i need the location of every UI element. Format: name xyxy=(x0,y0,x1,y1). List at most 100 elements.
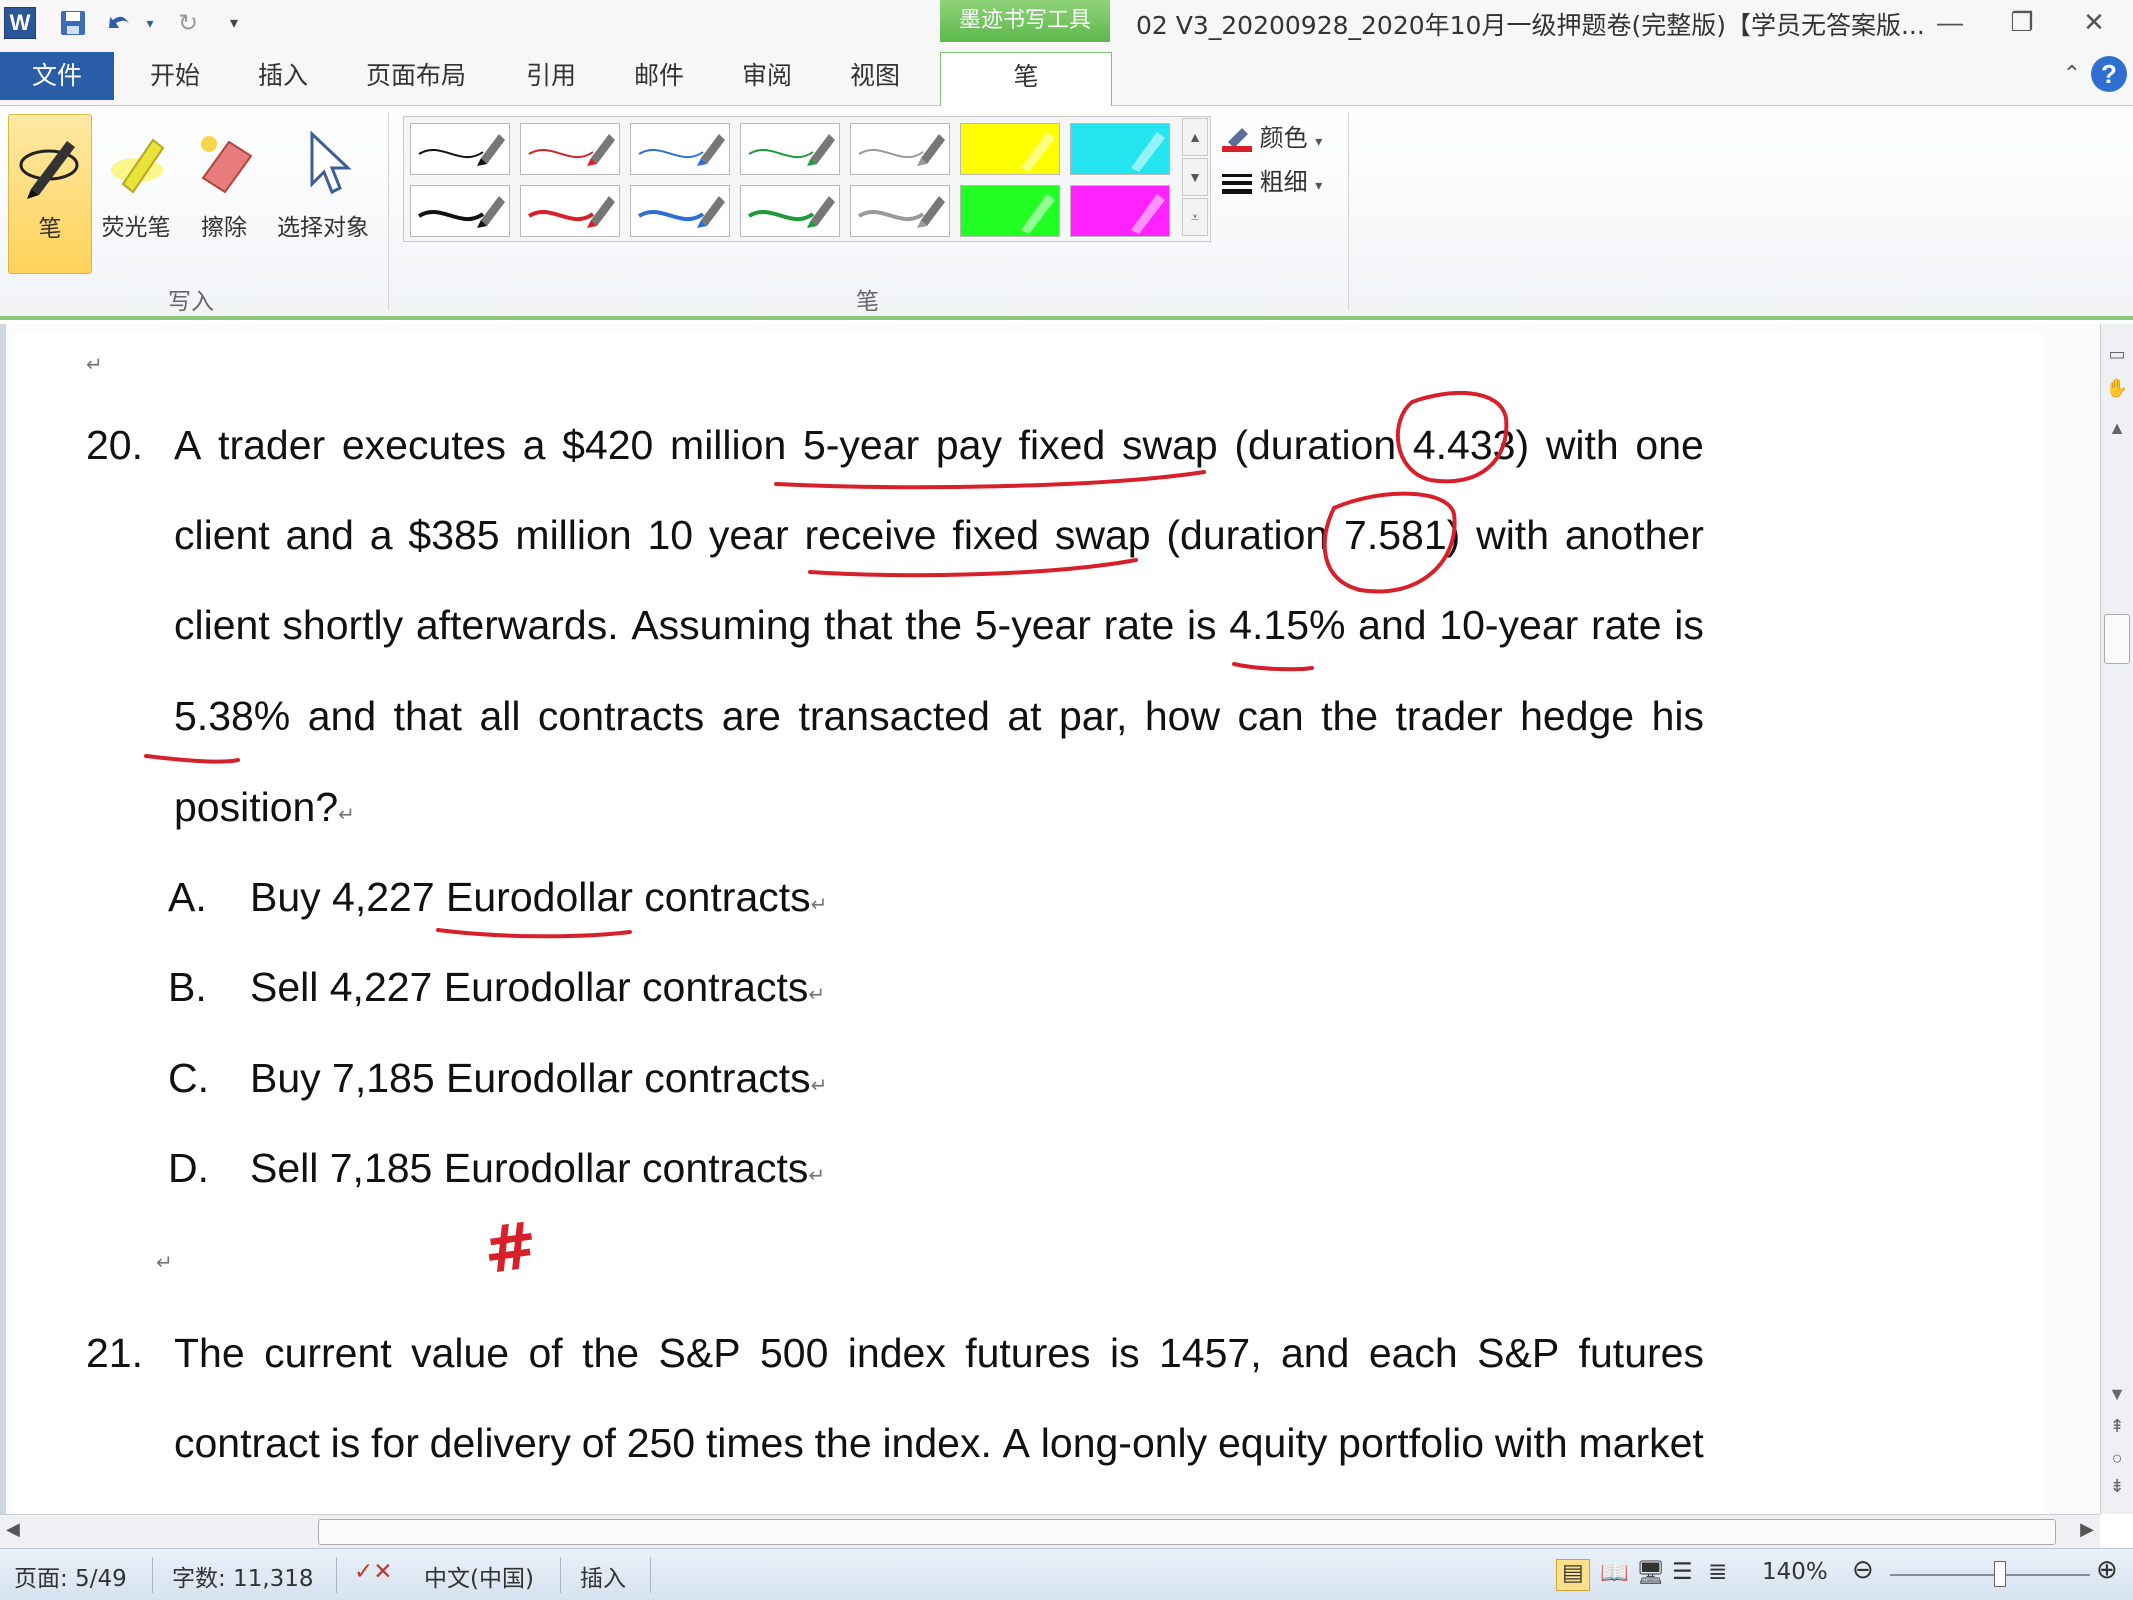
word: his xyxy=(1651,693,1704,739)
word: equity xyxy=(1217,1420,1328,1466)
word: each xyxy=(1368,1330,1458,1376)
zoom-slider-thumb[interactable] xyxy=(1994,1561,2006,1587)
gallery-scroll-down-icon[interactable]: ▼ xyxy=(1182,158,1208,196)
web-layout-view-icon[interactable]: 🖥 xyxy=(1636,1559,1665,1586)
scroll-right-icon[interactable]: ▶ xyxy=(2080,1519,2094,1540)
undo-icon[interactable] xyxy=(100,6,140,40)
option-a-label: Buy 4,227 Eurodollar contracts xyxy=(250,874,811,920)
word: futures xyxy=(1578,1330,1704,1376)
pen-style-swatch[interactable] xyxy=(520,185,620,237)
word: the xyxy=(905,602,963,648)
tab-page-layout[interactable]: 页面布局 xyxy=(366,54,466,98)
horizontal-scroll-thumb[interactable] xyxy=(318,1519,2056,1545)
restore-button[interactable]: ❐ xyxy=(1992,2,2052,42)
word: for xyxy=(371,1420,419,1466)
scroll-up-icon[interactable]: ▲ xyxy=(2105,416,2129,440)
next-page-icon[interactable]: ⇟ xyxy=(2105,1474,2129,1498)
word-app-icon[interactable]: W xyxy=(4,7,36,39)
ribbon-tab-row: 文件 开始 插入 页面布局 引用 邮件 审阅 视图 笔 ⌃ ? xyxy=(0,46,2133,108)
pen-style-swatch[interactable] xyxy=(960,123,1060,175)
help-icon[interactable]: ? xyxy=(2091,56,2127,92)
pen-style-swatch[interactable] xyxy=(740,123,840,175)
pen-style-swatch[interactable] xyxy=(1070,123,1170,175)
pen-weight-button[interactable]: 粗细 ▾ xyxy=(1222,162,1322,197)
tab-mailings[interactable]: 邮件 xyxy=(634,54,684,98)
word: par, xyxy=(1059,693,1128,739)
option-c-label: Buy 7,185 Eurodollar contracts xyxy=(250,1055,811,1101)
word: trader xyxy=(1395,693,1503,739)
draft-view-icon[interactable]: ≣ xyxy=(1708,1559,1727,1585)
customize-toolbar-icon[interactable]: ▾ xyxy=(222,6,246,40)
word: at xyxy=(1007,693,1042,739)
scroll-down-icon[interactable]: ▼ xyxy=(2105,1382,2129,1406)
eraser-tool-button[interactable]: 擦除 xyxy=(182,114,266,274)
eraser-icon xyxy=(182,122,266,208)
word: 1457, xyxy=(1158,1330,1262,1376)
tab-file[interactable]: 文件 xyxy=(0,52,114,100)
option-c-letter: C. xyxy=(168,1055,209,1101)
tab-pen[interactable]: 笔 xyxy=(940,52,1112,108)
close-button[interactable]: ✕ xyxy=(2064,2,2124,42)
proofing-icon[interactable]: ✓✕ xyxy=(354,1559,393,1585)
print-layout-view-icon[interactable]: ▤ xyxy=(1556,1559,1590,1591)
tab-review[interactable]: 审阅 xyxy=(742,54,792,98)
full-screen-reading-view-icon[interactable]: 📖 xyxy=(1600,1559,1629,1586)
outline-view-icon[interactable]: ☰ xyxy=(1672,1559,1693,1585)
document-page[interactable]: ↵ 20. Atrader executes a $420 million 5-year p… xyxy=(12,334,2044,1514)
zoom-level[interactable]: 140% xyxy=(1762,1559,1828,1585)
pen-style-swatch[interactable] xyxy=(630,123,730,175)
minimize-button[interactable]: — xyxy=(1920,2,1980,42)
status-language[interactable]: 中文(中国) xyxy=(424,1559,534,1593)
status-insert-mode[interactable]: 插入 xyxy=(580,1559,626,1593)
weight-dropdown-icon: ▾ xyxy=(1315,178,1323,194)
pen-style-swatch[interactable] xyxy=(850,185,950,237)
tab-references[interactable]: 引用 xyxy=(526,54,576,98)
pen-style-swatch[interactable] xyxy=(960,185,1060,237)
word: receive xyxy=(804,512,937,558)
horizontal-scrollbar[interactable]: ◀ ▶ xyxy=(0,1514,2100,1548)
zoom-in-icon[interactable]: ⊕ xyxy=(2096,1555,2118,1585)
pen-tool-label: 笔 xyxy=(38,216,62,242)
document-area[interactable]: ↵ 20. Atrader executes a $420 million 5-year p… xyxy=(0,324,2100,1514)
pen-tool-button[interactable]: 笔 xyxy=(8,114,92,274)
zoom-out-icon[interactable]: ⊖ xyxy=(1852,1555,1874,1585)
word: rate xyxy=(1103,602,1175,648)
pen-style-swatch[interactable] xyxy=(410,185,510,237)
word: the xyxy=(814,1420,872,1466)
vertical-scroll-thumb[interactable] xyxy=(2104,614,2130,664)
view-ruler-icon[interactable]: ▭ xyxy=(2105,342,2129,366)
tab-view[interactable]: 视图 xyxy=(850,54,900,98)
select-browse-object-icon[interactable]: ○ xyxy=(2105,1446,2129,1470)
collapse-ribbon-icon[interactable]: ⌃ xyxy=(2063,56,2081,92)
pen-style-swatch[interactable] xyxy=(410,123,510,175)
tab-home[interactable]: 开始 xyxy=(150,54,200,98)
pen-style-swatch[interactable] xyxy=(520,123,620,175)
word: million xyxy=(670,422,787,468)
undo-dropdown-icon[interactable]: ▾ xyxy=(140,6,160,40)
pen-style-swatch[interactable] xyxy=(630,185,730,237)
gallery-expand-icon[interactable]: ⩡ xyxy=(1182,198,1208,236)
highlighter-tool-button[interactable]: 荧光笔 xyxy=(94,114,178,274)
zoom-slider-track[interactable] xyxy=(1890,1574,2090,1576)
word: pay xyxy=(935,422,1002,468)
select-objects-button[interactable]: 选择对象 xyxy=(268,114,378,274)
status-page-count[interactable]: 页面: 5/49 xyxy=(14,1559,127,1593)
question-20-line-2: client and a $385 million 10 year receive fixed s… xyxy=(174,512,1704,559)
previous-page-icon[interactable]: ⇞ xyxy=(2105,1414,2129,1438)
pen-color-button[interactable]: 颜色 ▾ xyxy=(1222,118,1322,153)
save-icon[interactable] xyxy=(56,6,90,40)
vertical-scrollbar[interactable]: ▭ ✋ ▲ ▼ ⇞ ○ ⇟ xyxy=(2100,324,2133,1514)
scroll-left-icon[interactable]: ◀ xyxy=(6,1519,20,1540)
word: (duration xyxy=(1166,512,1329,558)
status-word-count[interactable]: 字数: 11,318 xyxy=(172,1559,314,1593)
pan-hand-icon[interactable]: ✋ xyxy=(2105,376,2129,400)
gallery-scroll-up-icon[interactable]: ▲ xyxy=(1182,118,1208,156)
tab-insert[interactable]: 插入 xyxy=(258,54,308,98)
pen-style-swatch[interactable] xyxy=(850,123,950,175)
redo-icon[interactable]: ↻ xyxy=(170,6,206,40)
pen-weight-label: 粗细 xyxy=(1259,168,1308,196)
group-divider xyxy=(388,112,389,310)
word: of xyxy=(581,1420,616,1466)
pen-style-swatch[interactable] xyxy=(740,185,840,237)
pen-style-swatch[interactable] xyxy=(1070,185,1170,237)
